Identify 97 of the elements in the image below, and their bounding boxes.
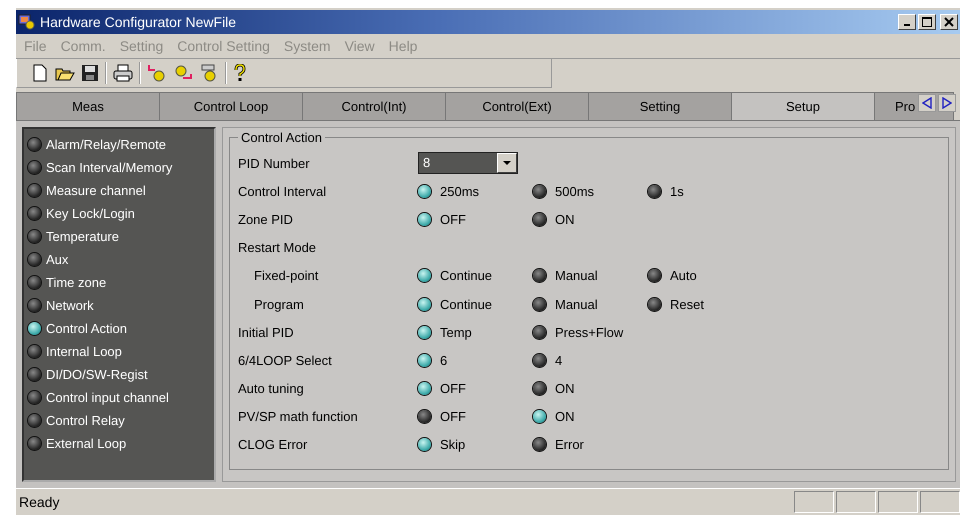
close-button[interactable] [940, 14, 958, 30]
print-icon[interactable] [113, 64, 133, 82]
tab[interactable]: Control Loop [159, 92, 303, 120]
group-title: Control Action [240, 130, 323, 145]
radio-button[interactable] [418, 326, 431, 339]
sidebar-item[interactable]: Internal Loop [46, 344, 122, 359]
radio-button[interactable] [648, 269, 661, 282]
sidebar-item[interactable]: Network [46, 298, 94, 313]
option-label: Manual [555, 268, 598, 284]
option-label: 1s [670, 184, 684, 199]
radio-button[interactable] [533, 410, 546, 424]
radio-button[interactable] [533, 326, 546, 339]
setting-label: CLOG Error [238, 437, 308, 452]
setting-label: Control Interval [238, 184, 328, 199]
window-title: Hardware Configurator NewFile [40, 14, 236, 30]
tab[interactable]: Control(Int) [302, 92, 446, 120]
close-icon [944, 17, 954, 27]
setting-label: 6/4LOOP Select [238, 352, 333, 368]
option-label: Error [555, 437, 584, 452]
left-arrow-icon [922, 97, 932, 109]
radio-button[interactable] [418, 382, 431, 396]
status-pane [794, 491, 834, 513]
option-label: OFF [440, 381, 466, 396]
sidebar-item[interactable]: External Loop [46, 436, 126, 451]
option-label: 4 [555, 352, 562, 368]
setting-label: Auto tuning [238, 381, 305, 396]
tab[interactable]: Setting [588, 92, 732, 120]
setting-label: Fixed-point [253, 268, 320, 284]
sidebar-item[interactable]: Control Action [46, 321, 127, 336]
option-label: ON [555, 409, 574, 424]
option-label: 6 [440, 352, 448, 368]
help-icon[interactable] [233, 64, 247, 82]
radio-button[interactable] [533, 184, 546, 198]
radio-button[interactable] [648, 298, 661, 311]
dropdown[interactable]: 8 [418, 152, 518, 174]
setting-label: Restart Mode [238, 240, 318, 256]
option-label: ON [555, 381, 574, 396]
radio-button[interactable] [418, 438, 431, 452]
radio-button[interactable] [418, 410, 431, 424]
scroll-left-button[interactable] [918, 94, 936, 112]
new-file-icon[interactable] [31, 64, 49, 82]
option-label: Reset [670, 296, 704, 312]
option-label: Continue [440, 296, 492, 312]
caret-icon [503, 160, 511, 166]
radio-button[interactable] [418, 212, 431, 226]
setting-label: PV/SP math function [238, 409, 359, 424]
radio-button[interactable] [533, 382, 546, 396]
app-icon [18, 14, 36, 30]
option-label: Press+Flow [555, 324, 624, 340]
option-label: OFF [440, 409, 466, 424]
option-label: ON [555, 212, 574, 227]
setting-label: PID Number [238, 156, 311, 171]
minimize-icon [904, 24, 910, 26]
status-text: Ready [19, 494, 60, 510]
option-label: 250ms [440, 184, 480, 199]
radio-button[interactable] [648, 184, 661, 198]
maximize-icon [922, 17, 932, 27]
sidebar-item[interactable]: DI/DO/SW-Regist [46, 367, 148, 382]
save-icon[interactable] [81, 64, 99, 82]
option-label: Manual [555, 296, 598, 312]
maximize-button[interactable] [918, 14, 936, 30]
status-pane [878, 491, 918, 513]
radio-button[interactable] [418, 298, 431, 311]
radio-button[interactable] [533, 438, 546, 452]
setting-label: Zone PID [238, 212, 294, 227]
minimize-button[interactable] [898, 14, 916, 30]
option-label: Temp [440, 324, 472, 340]
tab[interactable]: Setup [731, 92, 875, 120]
option-label: OFF [440, 212, 466, 227]
radio-button[interactable] [418, 354, 431, 367]
radio-button[interactable] [533, 354, 546, 367]
status-pane [836, 491, 876, 513]
radio-button[interactable] [533, 298, 546, 311]
setting-label: Initial PID [238, 324, 295, 340]
sidebar-item[interactable]: Temperature [46, 229, 119, 244]
sidebar-item[interactable]: Measure channel [46, 183, 146, 198]
right-arrow-icon [942, 97, 952, 109]
option-label: Continue [440, 268, 492, 284]
option-label: 500ms [555, 184, 594, 199]
radio-button[interactable] [418, 184, 431, 198]
sidebar-item[interactable]: Key Lock/Login [46, 206, 135, 221]
radio-button[interactable] [533, 212, 546, 226]
sidebar-item[interactable]: Control input channel [46, 390, 169, 405]
sidebar-item[interactable]: Alarm/Relay/Remote [46, 137, 166, 152]
sidebar-item[interactable]: Scan Interval/Memory [46, 160, 172, 175]
setting-label: Program [253, 296, 305, 312]
sidebar-item[interactable]: Time zone [46, 275, 106, 290]
sidebar-item[interactable]: Control Relay [46, 413, 125, 428]
status-pane [920, 491, 960, 513]
option-label: Skip [440, 437, 466, 452]
tab[interactable]: Meas [16, 92, 160, 120]
radio-button[interactable] [418, 269, 431, 282]
scroll-right-button[interactable] [938, 94, 956, 112]
radio-button[interactable] [533, 269, 546, 282]
sidebar-item[interactable]: Aux [46, 252, 68, 267]
tab[interactable]: Control(Ext) [445, 92, 589, 120]
option-label: Auto [670, 268, 697, 284]
